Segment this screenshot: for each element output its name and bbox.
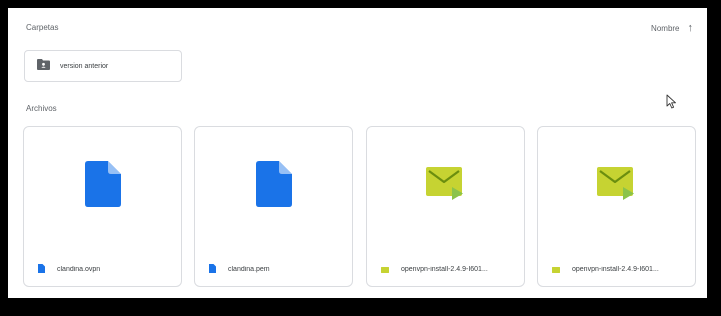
document-icon bbox=[255, 160, 292, 212]
file-card[interactable]: openvpn-install-2.4.9-I601... bbox=[366, 126, 525, 287]
folder-name: version anterior bbox=[60, 62, 109, 70]
file-name: openvpn-install-2.4.9-I601... bbox=[572, 265, 659, 273]
file-card-footer: clandina.ovpn bbox=[38, 262, 173, 276]
shared-folder-icon bbox=[37, 57, 50, 75]
sort-label[interactable]: Nombre bbox=[651, 24, 679, 33]
file-card[interactable]: openvpn-install-2.4.9-I601... bbox=[537, 126, 696, 287]
sort-control[interactable]: Nombre ↑ bbox=[651, 23, 693, 34]
file-card-footer: clandina.pem bbox=[209, 262, 344, 276]
drive-file-browser: Carpetas Nombre ↑ version anterior Archi… bbox=[8, 8, 707, 298]
files-section-label: Archivos bbox=[26, 104, 57, 113]
file-card[interactable]: clandina.pem bbox=[194, 126, 353, 287]
folders-section-label: Carpetas bbox=[26, 23, 59, 32]
mouse-pointer-icon bbox=[666, 94, 677, 114]
file-name: clandina.ovpn bbox=[57, 265, 101, 273]
file-card-footer: openvpn-install-2.4.9-I601... bbox=[381, 262, 516, 276]
file-preview bbox=[367, 127, 524, 245]
sort-direction-arrow-icon[interactable]: ↑ bbox=[688, 23, 694, 34]
file-name: clandina.pem bbox=[228, 265, 270, 273]
email-icon bbox=[596, 166, 637, 206]
file-preview bbox=[538, 127, 695, 245]
file-preview bbox=[195, 127, 352, 245]
folder-item[interactable]: version anterior bbox=[24, 50, 182, 82]
email-icon bbox=[552, 260, 560, 278]
file-card-footer: openvpn-install-2.4.9-I601... bbox=[552, 262, 687, 276]
document-icon bbox=[209, 260, 216, 278]
email-icon bbox=[381, 260, 389, 278]
document-icon bbox=[38, 260, 45, 278]
file-preview bbox=[24, 127, 181, 245]
email-icon bbox=[425, 166, 466, 206]
file-name: openvpn-install-2.4.9-I601... bbox=[401, 265, 488, 273]
document-icon bbox=[84, 160, 121, 212]
file-card[interactable]: clandina.ovpn bbox=[23, 126, 182, 287]
